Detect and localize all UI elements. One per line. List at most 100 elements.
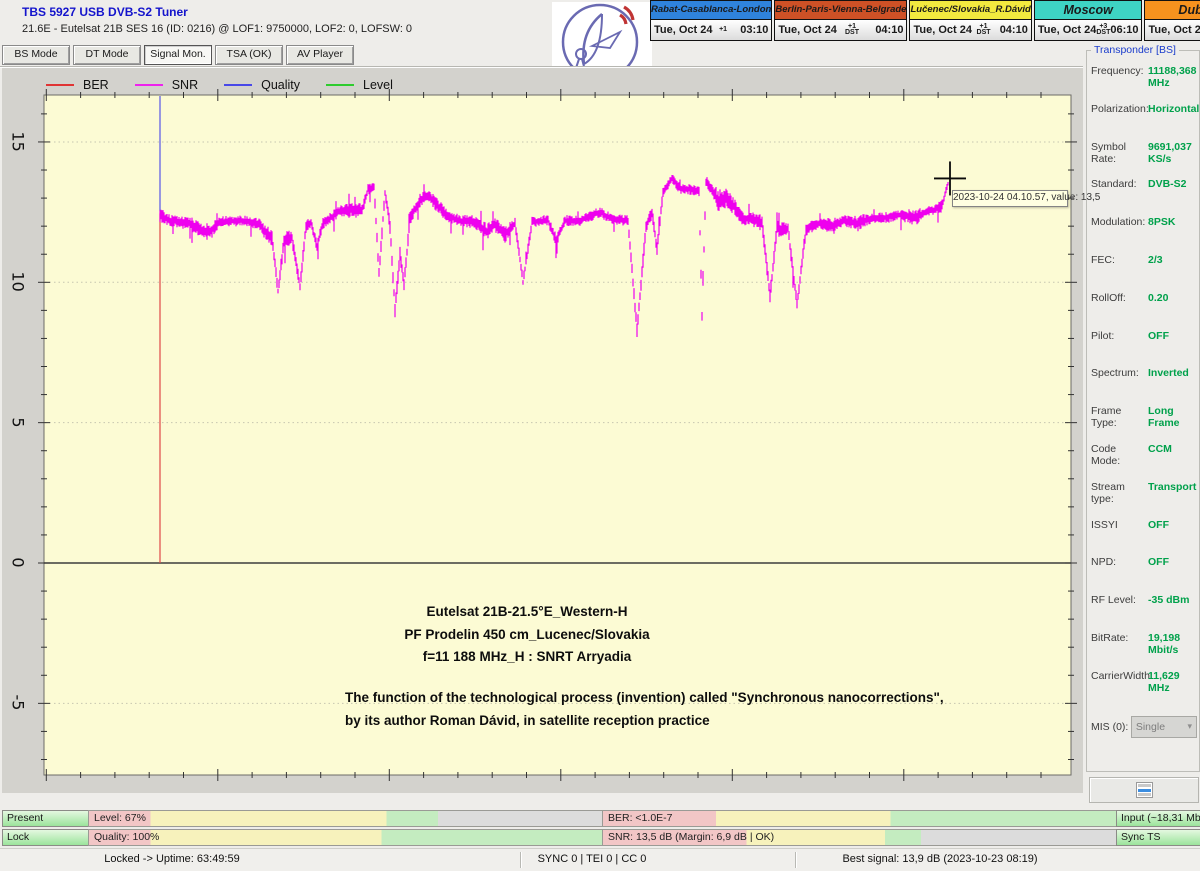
cursor-tooltip: 2023-10-24 04.10.57, value: 13,5 <box>952 190 1068 207</box>
tp-label: ISSYI <box>1091 519 1148 531</box>
transponder-row: FEC: 2/3 <box>1091 254 1197 292</box>
clock-date: Tue, Oct 24 <box>1038 24 1096 36</box>
y-tick-label: -5 <box>9 693 28 713</box>
lock-badge: Lock <box>2 829 90 846</box>
clock-city-label: Rabat-Casablanca-London <box>651 1 771 20</box>
tab-bs-mode[interactable]: BS Mode <box>2 45 70 65</box>
clock-city-label: Moscow <box>1035 1 1142 20</box>
annotation-line: by its author Roman Dávid, in satellite … <box>345 710 1085 733</box>
clock-time-row: Tue, Oct 24 +1DST 04:10 <box>775 20 906 40</box>
clock-rabat-casablanca-london: Rabat-Casablanca-London Tue, Oct 24 +1 0… <box>650 0 772 41</box>
clock-city-label: Berlin-Paris-Vienna-Belgrade <box>775 1 906 20</box>
tp-value: OFF <box>1148 556 1169 568</box>
transponder-row: ISSYI OFF <box>1091 519 1197 557</box>
tp-label: Modulation: <box>1091 216 1148 228</box>
tp-label: Code Mode: <box>1091 443 1148 467</box>
utc-offset: +1 <box>719 27 727 33</box>
tp-label: Spectrum: <box>1091 367 1148 379</box>
clock-dubai: Dubai Tue, Oct 24 +4 06:10 <box>1144 0 1200 41</box>
y-tick-label: 15 <box>9 131 28 151</box>
transponder-groupbox: Transponder [BS] Frequency: 11188,368 MH… <box>1086 50 1200 772</box>
clock-date: Tue, Oct 24 <box>654 24 712 36</box>
snr-meter: SNR: 13,5 dB (Margin: 6,9 dB | OK) <box>602 829 1117 846</box>
clock-hhmm: 04:10 <box>1000 24 1028 36</box>
input-badge: Input (~18,31 Mbps) <box>1116 810 1200 827</box>
present-badge: Present <box>2 810 90 827</box>
tp-value: DVB-S2 <box>1148 178 1187 190</box>
y-tick-label: 0 <box>9 553 28 573</box>
tp-label: Frequency: <box>1091 65 1148 77</box>
utc-offset: +3DST <box>1096 24 1110 36</box>
transponder-row: Standard: DVB-S2 <box>1091 178 1197 216</box>
tp-value: 11,629 MHz <box>1148 670 1197 694</box>
tp-label: Frame Type: <box>1091 405 1148 429</box>
clock-time-row: Tue, Oct 24 +4 06:10 <box>1145 20 1200 40</box>
annotation-line: The function of the technological proces… <box>345 687 1085 710</box>
level-meter: Level: 67% <box>88 810 603 827</box>
tp-label: BitRate: <box>1091 632 1148 644</box>
transponder-row: Code Mode: CCM <box>1091 443 1197 481</box>
annotation-line: PF Prodelin 450 cm_Lucenec/Slovakia <box>337 624 717 647</box>
signal-plot[interactable] <box>34 85 1081 785</box>
tp-label: Pilot: <box>1091 330 1148 342</box>
mode-tabs: BS ModeDT ModeSignal Mon.TSA (OK)AV Play… <box>2 45 354 65</box>
tab-signal-mon-[interactable]: Signal Mon. <box>144 45 212 65</box>
tp-label: RF Level: <box>1091 594 1148 606</box>
tbs-tuner-window: { "app": { "title": "TBS 5927 USB DVB-S2… <box>0 0 1200 870</box>
tp-label: Stream type: <box>1091 481 1148 505</box>
clock-city-label: Dubai <box>1145 1 1200 20</box>
tp-label: Standard: <box>1091 178 1148 190</box>
status-bar: Locked -> Uptime: 63:49:59 SYNC 0 | TEI … <box>0 848 1200 871</box>
tp-value: 9691,037 KS/s <box>1148 141 1197 165</box>
tp-value: 2/3 <box>1148 254 1163 266</box>
mis-label: MIS (0): <box>1091 721 1131 733</box>
tuner-subtitle: 21.6E - Eutelsat 21B SES 16 (ID: 0216) @… <box>22 23 412 35</box>
clock-time-row: Tue, Oct 24 +1DST 04:10 <box>910 20 1030 40</box>
tp-value: 11188,368 MHz <box>1148 65 1197 89</box>
quality-meter: Quality: 100% <box>88 829 603 846</box>
tab-dt-mode[interactable]: DT Mode <box>73 45 141 65</box>
tab-av-player[interactable]: AV Player <box>286 45 354 65</box>
mis-dropdown[interactable]: Single ▾ <box>1131 716 1197 738</box>
ber-meter: BER: <1.0E-7 <box>602 810 1117 827</box>
tp-label: Symbol Rate: <box>1091 141 1148 165</box>
status-separator <box>520 852 522 868</box>
transponder-row: NPD: OFF <box>1091 556 1197 594</box>
clock-lu-enec-slovakia-r-d-vid: Lučenec/Slovakia_R.Dávid Tue, Oct 24 +1D… <box>909 0 1031 41</box>
tp-label: RollOff: <box>1091 292 1148 304</box>
clock-time-row: Tue, Oct 24 +3DST 06:10 <box>1035 20 1142 40</box>
tp-value: Long Frame <box>1148 405 1197 429</box>
tp-value: 0.20 <box>1148 292 1168 304</box>
transponder-row: Spectrum: Inverted <box>1091 367 1197 405</box>
clock-hhmm: 03:10 <box>740 24 768 36</box>
tp-value: OFF <box>1148 330 1169 342</box>
transponder-row: BitRate: 19,198 Mbit/s <box>1091 632 1197 670</box>
status-separator <box>795 852 797 868</box>
utc-offset: +1DST <box>845 24 859 36</box>
tp-value: CCM <box>1148 443 1172 455</box>
chart-annotation-left: The function of the technological proces… <box>345 687 1085 732</box>
chevron-down-icon: ▾ <box>1187 721 1192 732</box>
sync-ts-badge: Sync TS <box>1116 829 1200 846</box>
transponder-row: Stream type: Transport <box>1091 481 1197 519</box>
tp-value: Transport <box>1148 481 1196 493</box>
ts-list-button[interactable] <box>1089 777 1199 803</box>
tab-tsa-ok-[interactable]: TSA (OK) <box>215 45 283 65</box>
clock-city-label: Lučenec/Slovakia_R.Dávid <box>910 1 1030 20</box>
ts-list-icon <box>1136 782 1153 798</box>
clock-time-row: Tue, Oct 24 +1 03:10 <box>651 20 771 40</box>
clock-berlin-paris-vienna-belgrade: Berlin-Paris-Vienna-Belgrade Tue, Oct 24… <box>774 0 907 41</box>
annotation-line: f=11 188 MHz_H : SNRT Arryadia <box>337 646 717 669</box>
tp-label: NPD: <box>1091 556 1148 568</box>
transponder-row: Symbol Rate: 9691,037 KS/s <box>1091 141 1197 179</box>
transponder-row: CarrierWidth: 11,629 MHz <box>1091 670 1197 708</box>
clock-date: Tue, Oct 24 <box>1148 24 1200 36</box>
tp-value: 19,198 Mbit/s <box>1148 632 1197 656</box>
tp-label: Polarization: <box>1091 103 1148 115</box>
tp-value: -35 dBm <box>1148 594 1189 606</box>
mis-row: MIS (0): Single ▾ <box>1091 716 1197 738</box>
uptime-status: Locked -> Uptime: 63:49:59 <box>104 853 239 865</box>
transponder-rows: Frequency: 11188,368 MHzPolarization: Ho… <box>1091 65 1197 738</box>
transponder-row: Frequency: 11188,368 MHz <box>1091 65 1197 103</box>
best-signal-status: Best signal: 13,9 dB (2023-10-23 08:19) <box>842 853 1037 865</box>
